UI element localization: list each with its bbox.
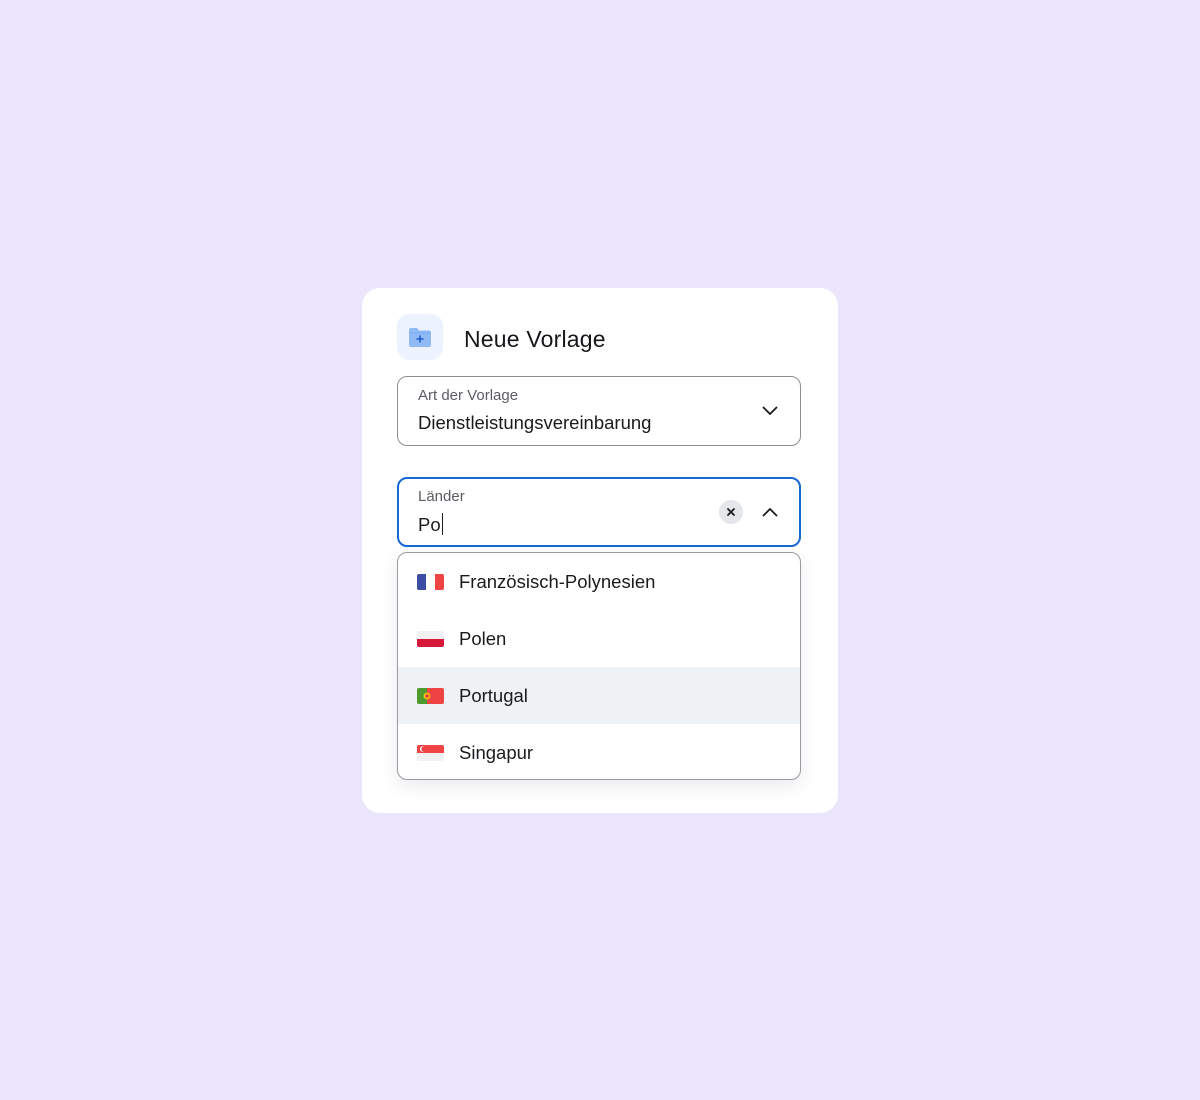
countries-dropdown-list: Französisch-Polynesien Polen Portugal Si…: [397, 552, 801, 780]
countries-search-text: Po: [418, 514, 441, 535]
countries-combobox[interactable]: Länder Po: [397, 477, 801, 547]
template-type-select[interactable]: Art der Vorlage Dienstleistungsvereinbar…: [397, 376, 801, 446]
list-item-singapore[interactable]: Singapur: [398, 724, 800, 779]
text-cursor: [441, 513, 444, 535]
option-label: Französisch-Polynesien: [459, 570, 656, 592]
dialog-header: Neue Vorlage: [397, 314, 606, 360]
countries-search-input[interactable]: Po: [418, 513, 444, 536]
option-label: Singapur: [459, 741, 534, 763]
folder-add-icon: [397, 314, 443, 360]
option-label: Portugal: [459, 684, 528, 706]
chevron-up-icon[interactable]: [760, 502, 780, 522]
new-template-dialog: Neue Vorlage Art der Vorlage Dienstleist…: [362, 288, 838, 813]
list-item-poland[interactable]: Polen: [398, 610, 800, 667]
flag-singapore-icon: [417, 744, 444, 761]
flag-portugal-icon: [417, 687, 444, 704]
list-item-portugal[interactable]: Portugal: [398, 667, 800, 724]
flag-french-polynesia-icon: [417, 573, 444, 590]
template-type-value: Dienstleistungsvereinbarung: [418, 412, 652, 433]
option-label: Polen: [459, 627, 507, 649]
close-icon[interactable]: [719, 500, 743, 524]
chevron-down-icon[interactable]: [760, 401, 780, 421]
flag-poland-icon: [417, 630, 444, 647]
list-item-french-polynesia[interactable]: Französisch-Polynesien: [398, 553, 800, 610]
dialog-title: Neue Vorlage: [464, 325, 606, 352]
countries-label: Länder: [418, 488, 465, 505]
template-type-label: Art der Vorlage: [418, 387, 519, 404]
